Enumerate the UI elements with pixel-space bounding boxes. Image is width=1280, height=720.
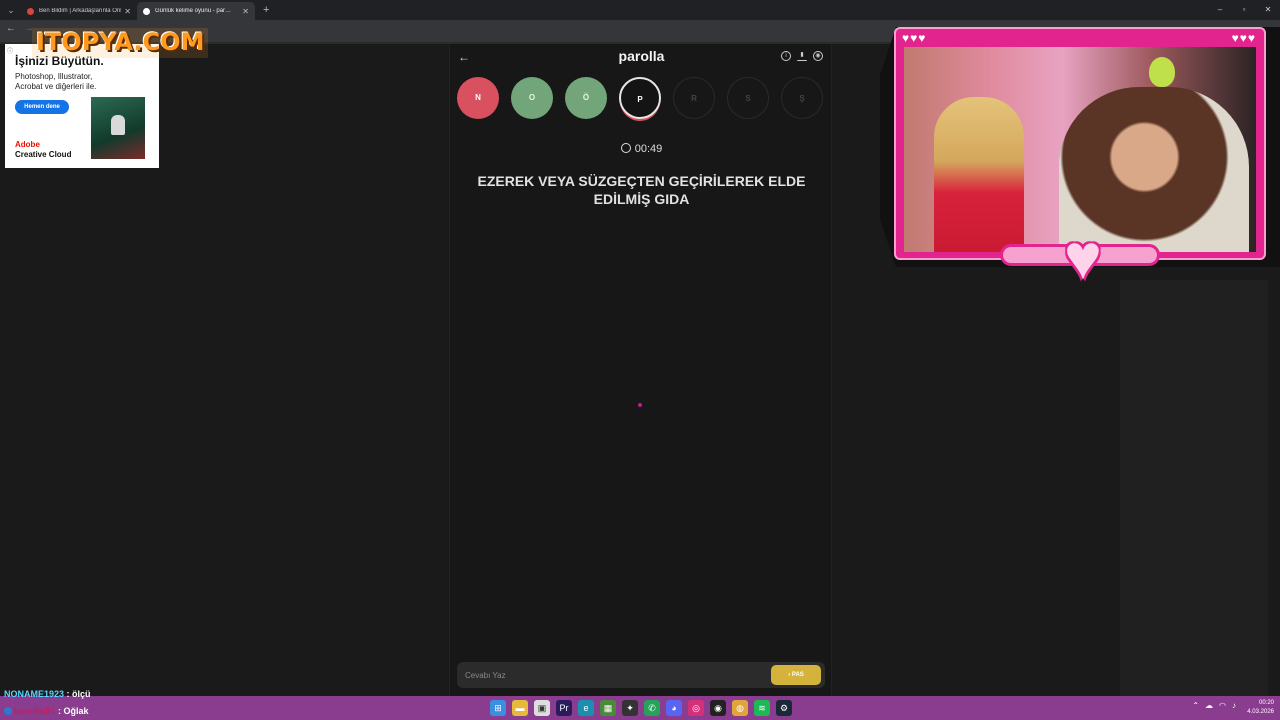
star-app-icon[interactable]: ✦: [622, 700, 638, 716]
clock-date: 4.03.2026: [1247, 709, 1274, 715]
system-clock[interactable]: 00:20 4.03.2026: [1247, 699, 1274, 717]
minimize-button[interactable]: –: [1208, 0, 1232, 20]
chat-message: kasuhu91 : Oğlak: [4, 706, 89, 716]
pass-button[interactable]: › PAS: [771, 665, 821, 685]
taskbar-apps: ⊞ ▬ ▣ Pr e ▦ ✦ ✆ ◕ ◎ ◉ ◍ ≋ ⚙: [490, 700, 792, 716]
chat-username: NONAME1923: [4, 689, 65, 699]
back-arrow-icon[interactable]: ←: [6, 23, 16, 34]
heart-icon: ♥: [1064, 221, 1102, 293]
ad-brand: Adobe Creative Cloud: [15, 140, 71, 160]
game-header-icons: i ▮ ◉: [781, 51, 823, 61]
answer-input[interactable]: [465, 667, 755, 683]
premiere-icon[interactable]: Pr: [556, 700, 572, 716]
user-badge-icon: [4, 707, 12, 715]
adobe-ad[interactable]: ⓘ İşinizi Büyütün. Photoshop, Illustrato…: [5, 44, 159, 168]
spotify-icon[interactable]: ≋: [754, 700, 770, 716]
alien-figurine: [1149, 57, 1175, 87]
window-controls: – ▫ ✕: [1208, 0, 1280, 20]
hearts-decoration: ♥♥♥: [902, 31, 927, 45]
letter-circle: R: [673, 77, 715, 119]
close-icon[interactable]: ✕: [124, 7, 131, 16]
close-window-button[interactable]: ✕: [1256, 0, 1280, 20]
discord-icon[interactable]: ◕: [666, 700, 682, 716]
store-icon[interactable]: ▣: [534, 700, 550, 716]
hearts-decoration: ♥♥♥: [1231, 31, 1256, 45]
minecraft-icon[interactable]: ▦: [600, 700, 616, 716]
stream-logo-overlay: ITOPYA.COM: [32, 28, 209, 58]
webcam-overlay: ♥♥♥ ♥♥♥ ♥: [880, 27, 1280, 292]
ad-photo: [91, 97, 145, 159]
letter-circle: P: [619, 77, 661, 119]
chrome-icon[interactable]: ◍: [732, 700, 748, 716]
answer-bar: › PAS: [457, 662, 825, 688]
timer: 00:49: [450, 143, 833, 155]
steam-icon[interactable]: ⚙: [776, 700, 792, 716]
instagram-icon[interactable]: ◎: [688, 700, 704, 716]
letter-circle: O: [511, 77, 553, 119]
info-icon[interactable]: i: [781, 51, 791, 61]
ad-subtext: Photoshop, Illustrator, Acrobat ve diğer…: [15, 72, 97, 91]
cursor-dot: [638, 403, 642, 407]
clock-icon: [620, 143, 631, 153]
file-explorer-icon[interactable]: ▬: [512, 700, 528, 716]
tab-search-button[interactable]: ⌄: [3, 3, 19, 17]
windows-start-icon[interactable]: ⊞: [490, 700, 506, 716]
ad-info-icon[interactable]: ⓘ: [7, 46, 13, 55]
tab-favicon: [143, 7, 150, 15]
obs-icon[interactable]: ◉: [710, 700, 726, 716]
chevron-up-icon[interactable]: ⌃: [1192, 701, 1199, 710]
letter-circle: Ö: [565, 77, 607, 119]
browser-tab-2[interactable]: Günlük kelime oyunu - par… ✕: [137, 2, 255, 20]
browser-tabbar: ⌄ Ben Bildim | Arkadaşlarınla Onl… ✕ Gün…: [0, 0, 1280, 20]
chat-message: NONAME1923 : ölçü: [4, 689, 91, 699]
tab-favicon: [27, 7, 34, 15]
question-text: EZEREK VEYA SÜZGEÇTEN GEÇİRİLEREK ELDE E…: [477, 173, 806, 207]
tab-title: Günlük kelime oyunu - par…: [155, 8, 232, 14]
letter-circle: S: [727, 77, 769, 119]
ad-brand-product: Creative Cloud: [15, 150, 72, 159]
letter-wheel: N O Ö P R S Ş: [457, 77, 827, 121]
stats-icon[interactable]: ▮: [797, 51, 807, 61]
game-panel: ← parolla i ▮ ◉ N O Ö P R S Ş 00:49 EZER…: [449, 44, 832, 696]
volume-icon[interactable]: ♪: [1232, 701, 1236, 710]
right-pane: [1120, 280, 1280, 696]
edge-icon[interactable]: e: [578, 700, 594, 716]
taskbar: ⊞ ▬ ▣ Pr e ▦ ✦ ✆ ◕ ◎ ◉ ◍ ≋ ⚙ ⌃ ☁ ◠ ♪ 00:…: [0, 696, 1280, 720]
chat-username: kasuhu91: [14, 706, 56, 716]
cloud-icon[interactable]: ☁: [1205, 701, 1213, 710]
letter-circle: N: [457, 77, 499, 119]
browser-tab-1[interactable]: Ben Bildim | Arkadaşlarınla Onl… ✕: [21, 2, 137, 20]
game-title: parolla: [618, 48, 665, 64]
clock-time: 00:20: [1258, 700, 1274, 706]
wifi-icon[interactable]: ◠: [1219, 701, 1226, 710]
chat-text: : Oğlak: [55, 706, 89, 716]
streamer-left: [934, 97, 1024, 252]
adobe-logo-text: Adobe: [15, 140, 40, 149]
chat-text: : ölçü: [64, 689, 91, 699]
profile-icon[interactable]: ◉: [813, 51, 823, 61]
new-tab-button[interactable]: +: [263, 4, 269, 16]
close-icon[interactable]: ✕: [242, 7, 249, 16]
letter-circle: Ş: [781, 77, 823, 119]
maximize-button[interactable]: ▫: [1232, 0, 1256, 20]
tab-title: Ben Bildim | Arkadaşlarınla Onl…: [39, 8, 122, 14]
whatsapp-icon[interactable]: ✆: [644, 700, 660, 716]
system-tray: ⌃ ☁ ◠ ♪: [1192, 701, 1236, 710]
timer-value: 00:49: [634, 143, 663, 155]
ad-cta-button[interactable]: Hemen dene: [15, 100, 69, 114]
